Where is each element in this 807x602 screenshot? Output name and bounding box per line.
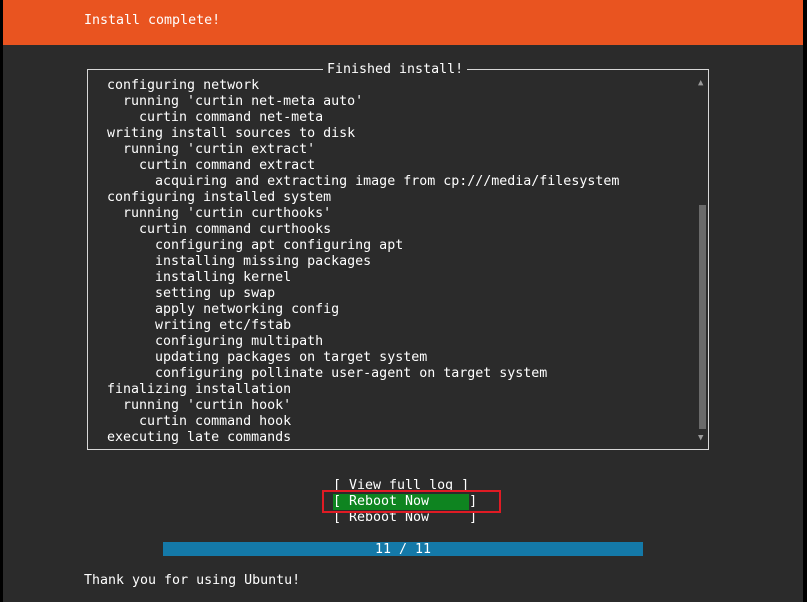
progress-bar: 11 / 11 [163,542,643,557]
log-line: curtin command curthooks [107,222,332,237]
log-frame-title: Finished install! [323,62,468,78]
log-line: installing kernel [107,270,292,285]
log-line: running 'curtin net-meta auto' [107,94,364,109]
log-line: writing install sources to disk [107,126,356,141]
selection-highlight [322,490,501,513]
scroll-up-icon[interactable]: ▲ [698,77,703,89]
log-line: apply networking config [107,302,340,317]
log-line: running 'curtin hook' [107,398,292,413]
log-line: configuring apt configuring apt [107,238,404,253]
log-line: installing missing packages [107,254,372,269]
log-line: setting up swap [107,286,276,301]
log-line: curtin command net-meta [107,110,324,125]
header-bar: Install complete! [3,0,803,45]
log-line: curtin command hook [107,414,292,429]
log-line: acquiring and extracting image from cp:/… [107,174,620,189]
header-title: Install complete! [84,13,221,28]
log-line: updating packages on target system [107,350,428,365]
scroll-down-icon[interactable]: ▼ [698,432,703,444]
log-line: configuring installed system [107,190,332,205]
log-line: configuring multipath [107,334,324,349]
log-line: configuring network [107,78,260,93]
log-line: running 'curtin extract' [107,142,316,157]
log-line: writing etc/fstab [107,318,292,333]
log-line: executing late commands [107,430,292,445]
progress-label: 11 / 11 [374,542,432,557]
log-line: configuring pollinate user-agent on targ… [107,366,548,381]
log-scrollbar[interactable] [699,205,706,429]
log-line: running 'curtin curthooks' [107,206,332,221]
log-line: curtin command extract [107,158,316,173]
footer-bar: Thank you for using Ubuntu! [3,557,803,602]
install-log[interactable]: configuring network running 'curtin net-… [107,78,619,446]
footer-message: Thank you for using Ubuntu! [84,573,301,588]
log-line: finalizing installation [107,382,292,397]
